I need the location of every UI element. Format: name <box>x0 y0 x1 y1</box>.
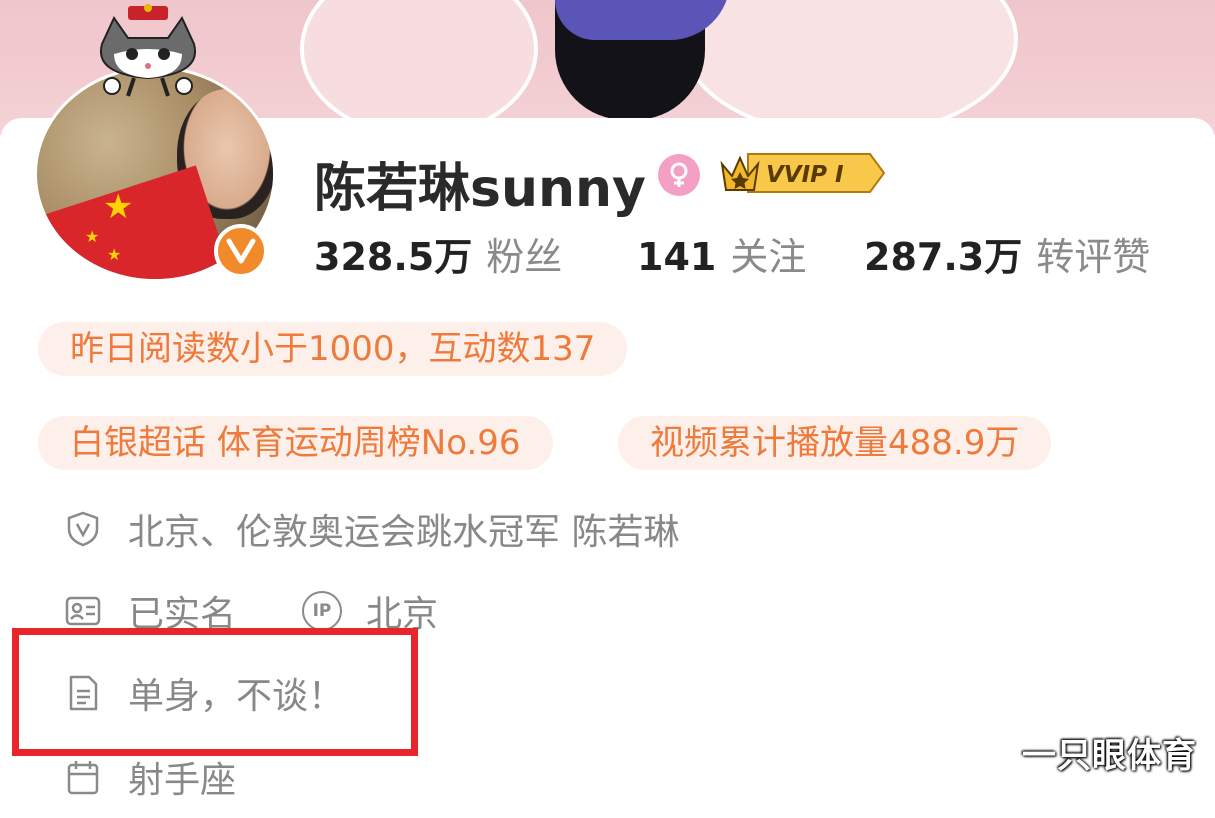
verification-text: 北京、伦敦奥运会跳水冠军 陈若琳 <box>128 512 680 553</box>
ip-label: IP <box>312 601 332 621</box>
cat-pendant-icon <box>99 4 197 97</box>
banner-art-left <box>300 0 538 135</box>
super-topic-tag[interactable]: 白银超话 体育运动周榜No.96 <box>38 416 553 470</box>
profile-name: 陈若琳sunny <box>314 159 646 219</box>
vip-label: VVIP I <box>766 162 844 188</box>
calendar-icon <box>67 761 99 795</box>
banner-art-right <box>680 0 1018 135</box>
engagement-count: 287.3万 <box>864 235 1023 279</box>
followers-label: 粉丝 <box>486 235 563 279</box>
flag-star-icon: ★ <box>107 245 122 264</box>
following-count: 141 <box>637 235 717 279</box>
flag-star-icon: ★ <box>85 227 100 246</box>
engagement-stat[interactable]: 287.3万 转评赞 <box>864 226 1150 281</box>
vip-badge[interactable]: VVIP I <box>718 148 888 198</box>
female-icon <box>658 154 700 196</box>
followers-stat[interactable]: 328.5万 粉丝 <box>314 226 562 281</box>
zodiac-row: 射手座 <box>64 752 236 802</box>
engagement-label: 转评赞 <box>1036 235 1151 279</box>
shield-v-icon <box>67 511 99 547</box>
verification-row: 北京、伦敦奥运会跳水冠军 陈若琳 <box>64 504 679 554</box>
watermark: 一只眼体育 <box>1022 736 1197 776</box>
followers-count: 328.5万 <box>314 235 473 279</box>
id-card-icon <box>65 596 101 626</box>
following-label: 关注 <box>730 235 807 279</box>
verified-badge-icon <box>214 224 268 278</box>
flag-star-icon: ★ <box>103 187 134 227</box>
bio-highlight-box <box>12 628 418 756</box>
zodiac-text: 射手座 <box>128 760 237 801</box>
following-stat[interactable]: 141 关注 <box>637 226 806 281</box>
reading-stats-tag[interactable]: 昨日阅读数小于1000，互动数137 <box>38 322 628 376</box>
video-views-tag[interactable]: 视频累计播放量488.9万 <box>618 416 1052 470</box>
ip-icon: IP <box>302 591 343 631</box>
